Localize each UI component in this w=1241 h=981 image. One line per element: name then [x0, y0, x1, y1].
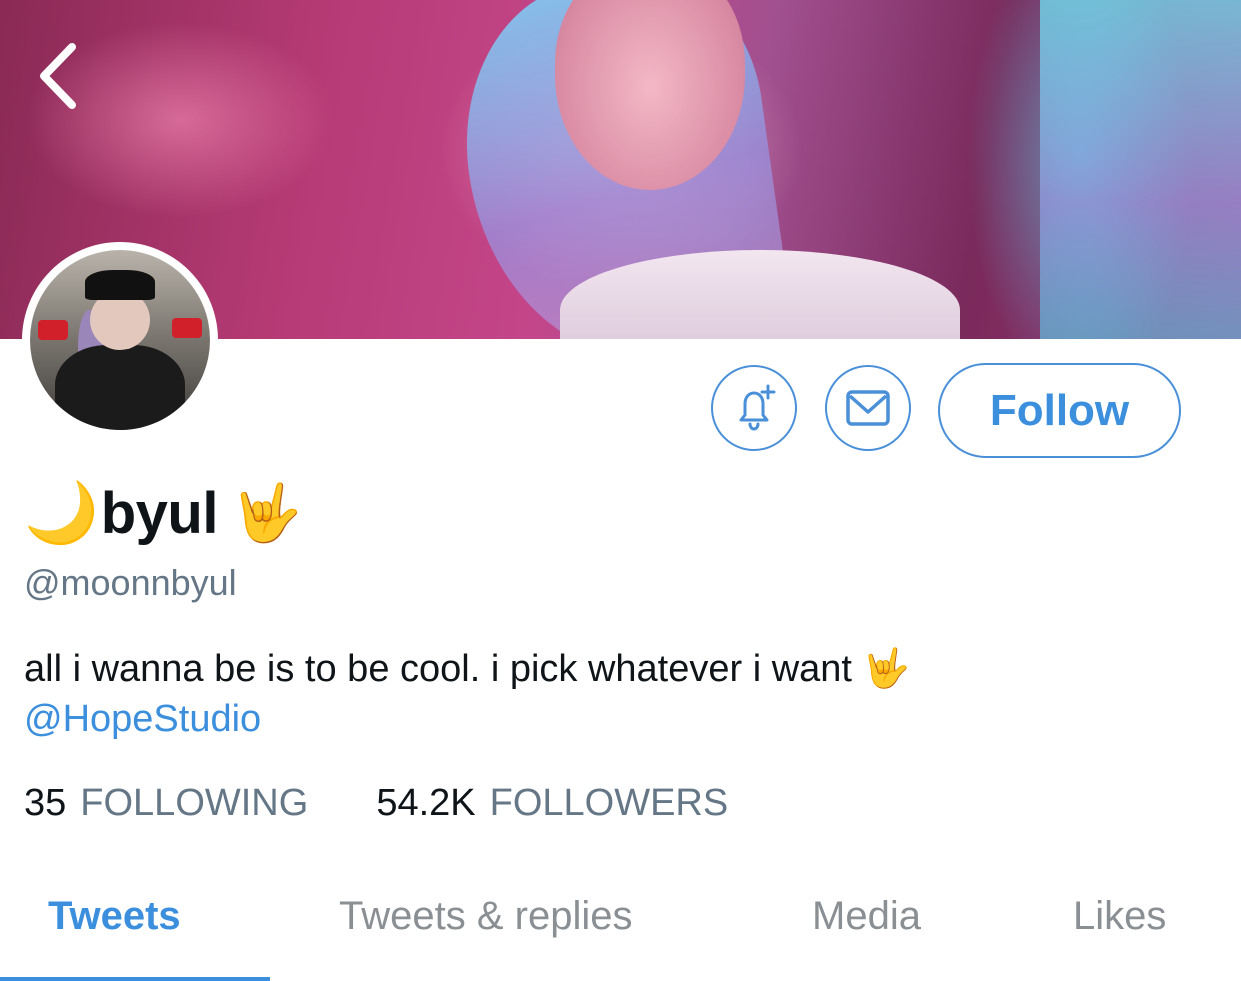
notifications-button[interactable] [711, 365, 797, 451]
moon-emoji: 🌙 [24, 479, 99, 546]
display-name-row: 🌙 byul 🤟 [24, 478, 302, 548]
bell-plus-icon [739, 384, 776, 431]
tab-media[interactable]: Media [812, 894, 921, 939]
rock-on-emoji: 🤟 [231, 481, 302, 544]
profile-stats: 35 FOLLOWING 54.2K FOLLOWERS [24, 782, 728, 825]
chevron-left-icon [40, 43, 76, 109]
tab-likes[interactable]: Likes [1073, 894, 1166, 939]
bio-mention-link[interactable]: @HopeStudio [24, 694, 1204, 744]
following-count: 35 [24, 782, 67, 824]
profile-avatar[interactable] [22, 242, 218, 438]
profile-tabs: Tweets Tweets & replies Media Likes [0, 880, 1241, 981]
followers-label: FOLLOWERS [489, 782, 729, 824]
banner-right-object [1040, 0, 1241, 339]
back-button[interactable] [24, 36, 94, 116]
envelope-icon [846, 390, 890, 426]
tab-tweets[interactable]: Tweets [48, 894, 181, 939]
profile-bio: all i wanna be is to be cool. i pick wha… [24, 644, 1204, 744]
tab-tweets-replies[interactable]: Tweets & replies [339, 894, 632, 939]
message-button[interactable] [825, 365, 911, 451]
profile-handle: @moonnbyul [24, 562, 237, 603]
following-stat[interactable]: 35 FOLLOWING [24, 782, 308, 825]
following-label: FOLLOWING [80, 782, 309, 824]
avatar-wristband-right [172, 318, 202, 338]
avatar-wristband-left [38, 320, 68, 340]
followers-stat[interactable]: 54.2K FOLLOWERS [376, 782, 728, 825]
bio-text: all i wanna be is to be cool. i pick wha… [24, 648, 910, 690]
followers-count: 54.2K [376, 782, 476, 824]
avatar-cap [85, 270, 155, 300]
display-name: byul [100, 480, 219, 546]
avatar-photo [30, 250, 210, 430]
avatar-body [55, 345, 185, 430]
active-tab-indicator [0, 977, 270, 981]
follow-button[interactable]: Follow [938, 363, 1181, 458]
